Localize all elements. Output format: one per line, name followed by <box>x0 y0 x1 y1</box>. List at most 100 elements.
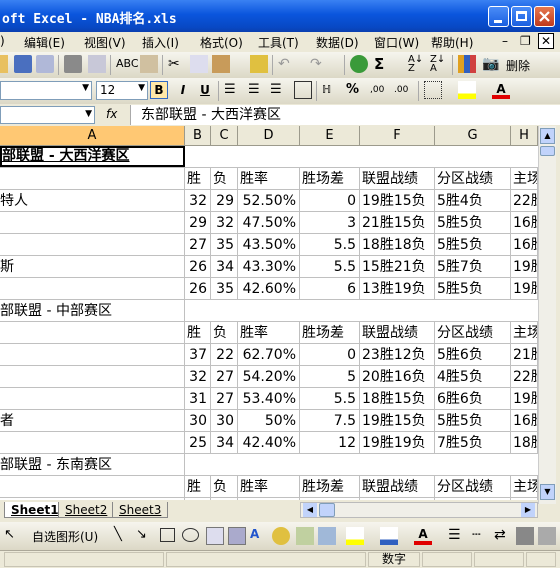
cell-d[interactable]: 53.40% <box>238 388 300 410</box>
cell-h[interactable]: 19胜 <box>511 388 538 410</box>
dash-style-icon[interactable]: ┄ <box>472 527 490 545</box>
cell-f[interactable]: 18胜15负 <box>360 388 435 410</box>
cell-c[interactable]: 30 <box>211 410 238 432</box>
cell-b[interactable]: 32 <box>185 366 211 388</box>
cell-h[interactable]: 主场 <box>511 322 538 344</box>
fill-color-icon[interactable] <box>458 81 476 99</box>
cell-c[interactable]: 29 <box>211 190 238 212</box>
cell-d[interactable]: 52.50% <box>238 190 300 212</box>
hscroll-thumb[interactable] <box>319 503 335 517</box>
menu-help[interactable]: 帮助(H) <box>431 34 473 51</box>
cell-c[interactable]: 34 <box>211 432 238 454</box>
column-header-c[interactable]: C <box>211 126 238 146</box>
cell-e[interactable]: 7.5 <box>300 410 360 432</box>
cut-icon[interactable]: ✂ <box>168 55 186 73</box>
minimize-button[interactable] <box>488 6 509 27</box>
increase-decimal-button[interactable]: ,00 <box>370 81 388 99</box>
cell-b[interactable]: 26 <box>185 278 211 300</box>
cell-b[interactable] <box>185 146 211 168</box>
cell-h[interactable] <box>511 146 538 168</box>
cell-g[interactable]: 5胜5负 <box>435 410 511 432</box>
menu-insert[interactable]: 插入(I) <box>142 34 179 51</box>
cell-g[interactable] <box>435 454 511 476</box>
cell-b[interactable]: 胜 <box>185 168 211 190</box>
align-right-icon[interactable]: ☰ <box>270 81 288 99</box>
column-header-g[interactable]: G <box>435 126 511 146</box>
cell-b[interactable]: 31 <box>185 388 211 410</box>
permission-icon[interactable] <box>36 55 54 73</box>
cell-d[interactable] <box>238 454 300 476</box>
align-left-icon[interactable]: ☰ <box>224 81 242 99</box>
decrease-decimal-button[interactable]: .00 <box>394 81 412 99</box>
vertical-scrollbar[interactable]: ▲ ▼ <box>538 126 556 504</box>
fx-icon[interactable]: fx <box>106 107 117 121</box>
cell-e[interactable]: 3 <box>300 212 360 234</box>
cell-g[interactable]: 5胜5负 <box>435 234 511 256</box>
menu-view[interactable]: 视图(V) <box>84 34 126 51</box>
cell-h[interactable]: 16胜 <box>511 212 538 234</box>
cell-g[interactable]: 7胜5负 <box>435 432 511 454</box>
cell-g[interactable] <box>435 300 511 322</box>
cell-d[interactable]: 42.40% <box>238 432 300 454</box>
sort-asc-icon[interactable]: A↓ Z <box>408 55 426 74</box>
underline-button[interactable]: U <box>196 81 214 99</box>
picture-icon[interactable] <box>318 527 336 545</box>
cell-a[interactable] <box>0 234 185 256</box>
cell-c[interactable]: 27 <box>211 366 238 388</box>
open-icon[interactable] <box>0 55 8 73</box>
rectangle-icon[interactable] <box>160 528 175 542</box>
cell-f[interactable]: 联盟战绩 <box>360 322 435 344</box>
cell-a[interactable]: 部联盟 - 中部赛区 <box>0 300 185 322</box>
cell-a[interactable] <box>0 212 185 234</box>
cell-e[interactable]: 5 <box>300 366 360 388</box>
cell-a[interactable] <box>0 322 185 344</box>
cell-d[interactable]: 50% <box>238 410 300 432</box>
cell-f[interactable] <box>360 454 435 476</box>
scroll-up-arrow-icon[interactable]: ▲ <box>540 128 555 144</box>
align-center-icon[interactable]: ☰ <box>248 81 266 99</box>
print-icon[interactable] <box>64 55 82 73</box>
cell-a[interactable]: 斯 <box>0 256 185 278</box>
sheet-tab-2[interactable]: Sheet2 <box>58 502 115 518</box>
cell-h[interactable]: 19胜 <box>511 278 538 300</box>
cell-f[interactable] <box>360 300 435 322</box>
cell-b[interactable] <box>185 454 211 476</box>
cell-b[interactable]: 26 <box>185 256 211 278</box>
cell-f[interactable]: 19胜15负 <box>360 410 435 432</box>
cell-e[interactable] <box>300 454 360 476</box>
bold-button[interactable]: B <box>150 81 168 99</box>
column-header-h[interactable]: H <box>511 126 538 146</box>
vertical-textbox-icon[interactable] <box>228 527 246 545</box>
delete-label[interactable]: 删除 <box>506 57 530 74</box>
cell-c[interactable]: 负 <box>211 476 238 498</box>
sheet-tab-3[interactable]: Sheet3 <box>112 502 169 518</box>
menu-edit[interactable]: 编辑(E) <box>24 34 65 51</box>
arrow-icon[interactable]: ↘ <box>136 527 154 545</box>
cell-b[interactable]: 37 <box>185 344 211 366</box>
cell-b[interactable] <box>185 300 211 322</box>
cell-c[interactable]: 负 <box>211 322 238 344</box>
cell-c[interactable]: 22 <box>211 344 238 366</box>
cell-h[interactable]: 21胜 <box>511 344 538 366</box>
undo-icon[interactable]: ↶ <box>278 55 296 73</box>
print-preview-icon[interactable] <box>88 55 106 73</box>
doc-restore-icon[interactable]: ❐ <box>520 34 531 48</box>
chart-wizard-icon[interactable] <box>458 55 476 73</box>
oval-icon[interactable] <box>182 528 199 542</box>
cell-e[interactable] <box>300 146 360 168</box>
borders-icon[interactable] <box>424 81 442 99</box>
cell-e[interactable]: 6 <box>300 278 360 300</box>
line-color-icon[interactable] <box>380 527 398 545</box>
cell-h[interactable] <box>511 300 538 322</box>
shadow-style-icon[interactable] <box>516 527 534 545</box>
autosum-icon[interactable]: Σ <box>374 55 392 73</box>
currency-icon[interactable]: ℍ <box>322 81 340 99</box>
cell-g[interactable]: 5胜5负 <box>435 278 511 300</box>
fill-color-icon[interactable] <box>346 527 364 545</box>
cell-d[interactable]: 胜率 <box>238 476 300 498</box>
cell-h[interactable] <box>511 454 538 476</box>
cell-c[interactable] <box>211 454 238 476</box>
cell-c[interactable]: 32 <box>211 212 238 234</box>
italic-button[interactable]: I <box>174 81 192 99</box>
cell-e[interactable]: 5.5 <box>300 256 360 278</box>
